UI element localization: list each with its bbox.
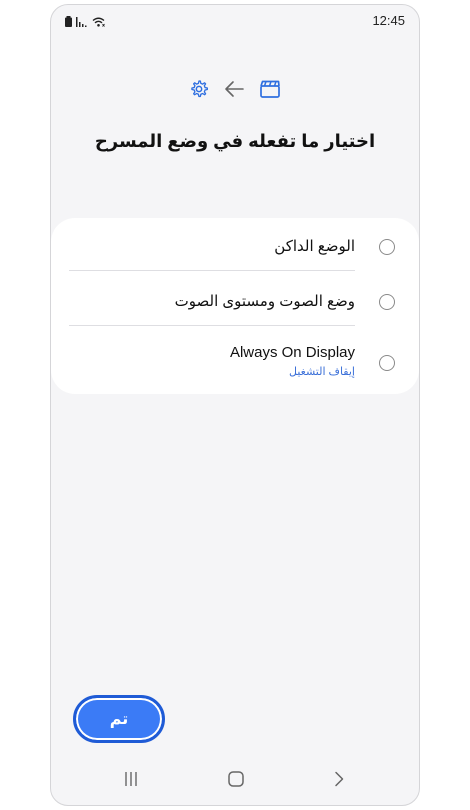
wifi-icon bbox=[92, 14, 105, 32]
option-sublabel: إيقاف التشغيل bbox=[289, 366, 355, 378]
done-button[interactable]: تم bbox=[73, 695, 165, 743]
home-button[interactable] bbox=[216, 767, 256, 795]
recent-apps-button[interactable] bbox=[111, 767, 151, 795]
status-icons bbox=[65, 14, 105, 32]
option-dark-mode[interactable]: الوضع الداكن bbox=[69, 232, 401, 262]
back-icon bbox=[333, 771, 345, 792]
divider bbox=[69, 270, 355, 271]
page-title: اختيار ما تفعله في وضع المسرح bbox=[94, 131, 376, 151]
battery-icon bbox=[65, 14, 72, 32]
radio-button[interactable] bbox=[379, 239, 395, 255]
option-sound-mode[interactable]: وضع الصوت ومستوى الصوت bbox=[69, 287, 401, 317]
settings-icon bbox=[189, 79, 209, 99]
radio-button[interactable] bbox=[379, 355, 395, 371]
recent-apps-icon bbox=[123, 771, 139, 792]
signal-icon bbox=[76, 14, 88, 32]
home-icon bbox=[228, 770, 244, 792]
phone-screen: 12:45 اختيار ما تفعله في وضع المسرح الوض… bbox=[50, 4, 420, 806]
back-button[interactable] bbox=[319, 767, 359, 795]
status-bar: 12:45 bbox=[51, 5, 419, 35]
header-icons bbox=[51, 79, 419, 99]
arrow-left-icon bbox=[223, 79, 245, 99]
option-label: وضع الصوت ومستوى الصوت bbox=[174, 293, 355, 310]
navigation-bar bbox=[51, 767, 419, 795]
radio-button[interactable] bbox=[379, 294, 395, 310]
option-label: Always On Display bbox=[229, 344, 355, 361]
status-time: 12:45 bbox=[372, 13, 405, 28]
divider bbox=[69, 325, 355, 326]
options-card: الوضع الداكن وضع الصوت ومستوى الصوت Alwa… bbox=[51, 218, 419, 394]
option-label: الوضع الداكن bbox=[274, 238, 355, 255]
option-always-on-display[interactable]: Always On Display إيقاف التشغيل bbox=[69, 342, 401, 382]
clapperboard-icon bbox=[259, 79, 281, 99]
